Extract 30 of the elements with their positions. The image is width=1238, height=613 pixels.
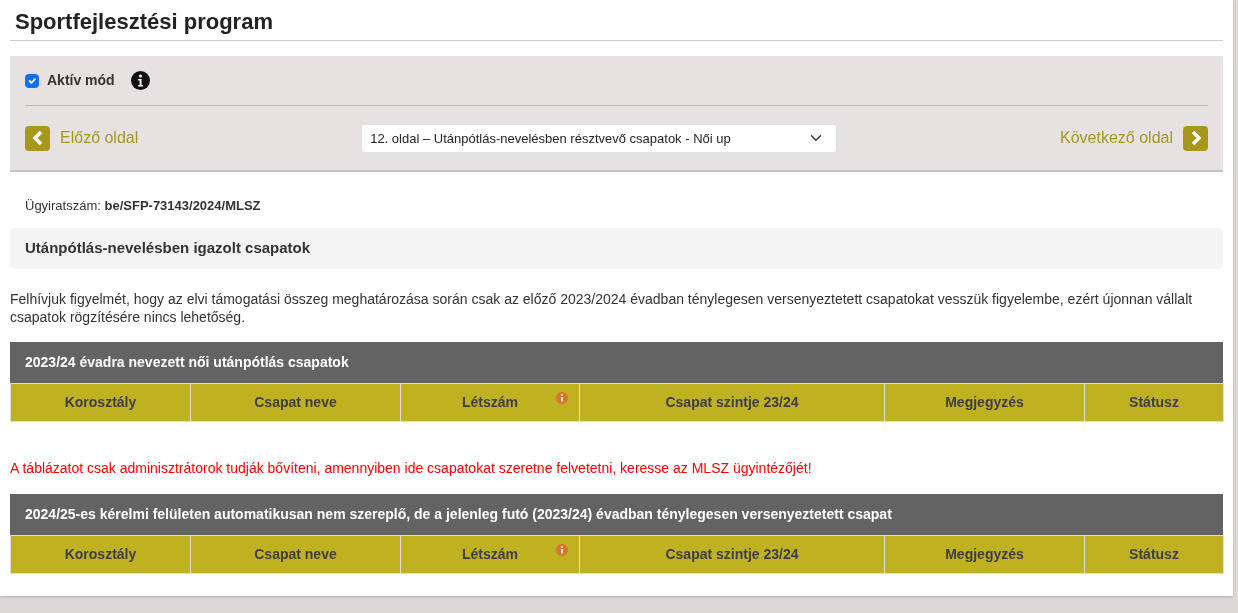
next-page-label: Következő oldal xyxy=(1060,128,1173,148)
page-title: Sportfejlesztési program xyxy=(14,8,274,36)
column-header: Státusz xyxy=(1084,535,1224,573)
column-header: Megjegyzés xyxy=(884,535,1085,573)
previous-page-label: Előző oldal xyxy=(60,128,139,148)
active-mode-checkbox[interactable] xyxy=(25,73,39,88)
column-header: Csapat neve xyxy=(190,535,401,573)
table-title: 2023/24 évadra nevezett női utánpótlás csapatok xyxy=(10,341,1223,383)
section-title: Utánpótlás-nevelésben igazolt csapatok xyxy=(10,228,1223,269)
chevron-left-icon xyxy=(25,125,50,151)
chevron-right-icon xyxy=(1183,125,1208,151)
column-header: Csapat szintje 23/24 xyxy=(579,535,885,573)
info-icon[interactable] xyxy=(130,71,150,90)
case-number-value: be/SFP-73143/2024/MLSZ xyxy=(104,198,261,213)
case-number-label: Ügyiratszám: xyxy=(25,198,101,213)
next-page-link[interactable]: Következő oldal xyxy=(1060,125,1208,151)
column-header: Létszám xyxy=(400,535,580,573)
column-header: Csapat szintje 23/24 xyxy=(579,383,885,421)
notice-text: Felhívjuk figyelmét, hogy az elvi támogatási összeg meghatározása során csak az előző 2023/2024 évadban ténylegesen versenyeztetett csapatokat vesszük figyelembe, ezért újonnan vállalt csapatok rögzítésére nincs lehetőség. xyxy=(10,289,1194,326)
column-header: Státusz xyxy=(1084,383,1224,421)
previous-page-link[interactable]: Előző oldal xyxy=(25,125,139,151)
column-header: Korosztály xyxy=(10,383,191,421)
warning-text: A táblázatot csak adminisztrátorok tudják bővíteni, amennyiben ide csapatokat szeretne felvetetni, keresse az MLSZ ügyintézőjét! xyxy=(10,458,813,478)
table-title: 2024/25-es kérelmi felületen automatikusan nem szereplő, de a jelenleg futó (2023/24) évadban ténylegesen versenyeztetett csapat xyxy=(10,493,1223,535)
page-select[interactable]: 12. oldal – Utánpótlás-nevelésben résztvevő csapatok - Női up xyxy=(361,123,838,153)
column-header: Megjegyzés xyxy=(884,383,1085,421)
active-mode-label: Aktív mód xyxy=(47,71,115,90)
column-header: Létszám xyxy=(400,383,580,421)
column-header: Csapat neve xyxy=(190,383,401,421)
column-header: Korosztály xyxy=(10,535,191,573)
